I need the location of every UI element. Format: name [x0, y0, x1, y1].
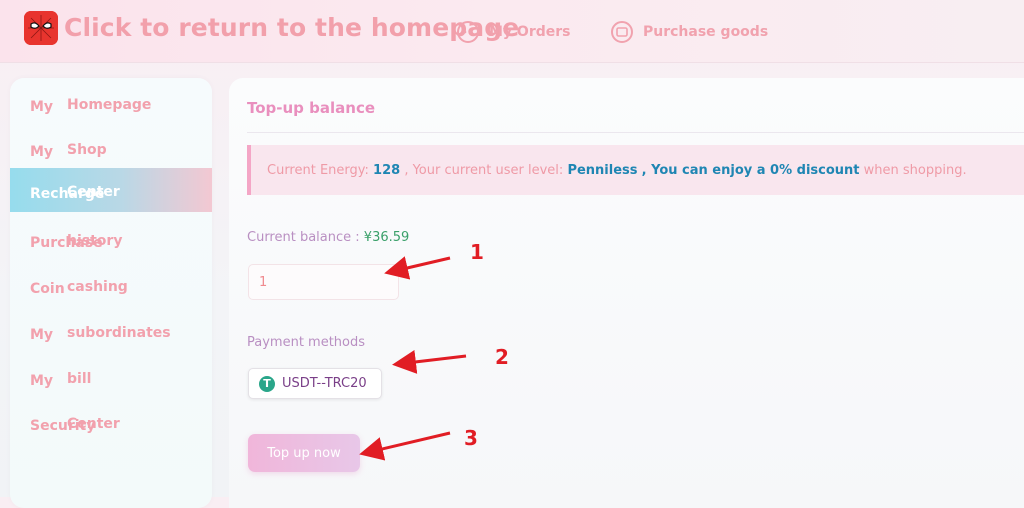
energy-label: Current Energy: [267, 162, 369, 178]
tether-icon: T [259, 375, 275, 392]
nav-purchase-goods-label: Purchase goods [643, 24, 769, 40]
annotation-marker-3: 3 [464, 426, 478, 450]
energy-value: 128 [373, 162, 401, 178]
annotation-marker-1: 1 [470, 240, 484, 264]
sidebar-item-label: My [30, 327, 54, 343]
sidebar-item-shop[interactable]: My Shop [10, 126, 212, 170]
discount-suffix: when shopping. [863, 162, 967, 178]
payment-option-label: USDT--TRC20 [282, 376, 367, 391]
amount-input[interactable] [248, 264, 399, 300]
sidebar-item-purchase-history[interactable]: Purchase history [10, 217, 212, 261]
sidebar-item-recharge-center[interactable]: Recharge Center [10, 168, 212, 212]
sidebar-item-label: Center [67, 416, 120, 432]
sidebar-item-label: subordinates [67, 325, 171, 341]
level-value: Penniless [567, 162, 638, 178]
sidebar-item-homepage[interactable]: My Homepage [10, 81, 212, 125]
sidebar-item-label: My [30, 373, 54, 389]
discount-text: , You can enjoy a 0% discount [641, 162, 860, 178]
spiderman-logo-icon[interactable] [24, 11, 58, 45]
user-info-banner: Current Energy: 128 , Your current user … [247, 145, 1024, 195]
sidebar-item-coin-cashing[interactable]: Coin cashing [10, 263, 212, 307]
home-link[interactable]: Click to return to the homepage [64, 13, 519, 42]
payment-option-usdt-trc20[interactable]: T USDT--TRC20 [248, 368, 382, 399]
sidebar-item-label: Shop [67, 142, 107, 158]
divider [247, 132, 1024, 133]
sidebar-item-security-center[interactable]: Security Center [10, 400, 212, 444]
chat-icon [457, 21, 479, 43]
shopping-icon [611, 21, 633, 43]
sidebar: My Homepage My Shop Recharge Center Purc… [10, 78, 212, 508]
nav-purchase-goods[interactable]: Purchase goods [611, 20, 768, 44]
sidebar-item-bill[interactable]: My bill [10, 355, 212, 399]
sidebar-item-subordinates[interactable]: My subordinates [10, 309, 212, 353]
balance-label-text: Current balance : [247, 230, 360, 245]
balance-value: ¥36.59 [363, 230, 410, 245]
sidebar-item-label: My [30, 99, 54, 115]
page-title: Top-up balance [247, 99, 376, 117]
sidebar-item-label: bill [67, 371, 92, 387]
top-bar: Click to return to the homepage My Order… [0, 0, 1024, 63]
sidebar-item-label: Center [67, 184, 120, 200]
sidebar-item-label: Homepage [67, 97, 152, 113]
balance-label: Current balance : ¥36.59 [247, 230, 409, 245]
annotation-marker-2: 2 [495, 345, 509, 369]
sidebar-item-label: Coin [30, 281, 65, 297]
sidebar-item-label: My [30, 144, 54, 160]
nav-my-orders-label: My Orders [489, 24, 571, 40]
sidebar-item-label: cashing [67, 279, 128, 295]
top-up-button[interactable]: Top up now [248, 434, 360, 472]
sidebar-item-label: history [67, 233, 123, 249]
payment-methods-label: Payment methods [247, 335, 366, 350]
nav-my-orders[interactable]: My Orders [457, 20, 571, 44]
level-label: , Your current user level: [404, 162, 564, 178]
